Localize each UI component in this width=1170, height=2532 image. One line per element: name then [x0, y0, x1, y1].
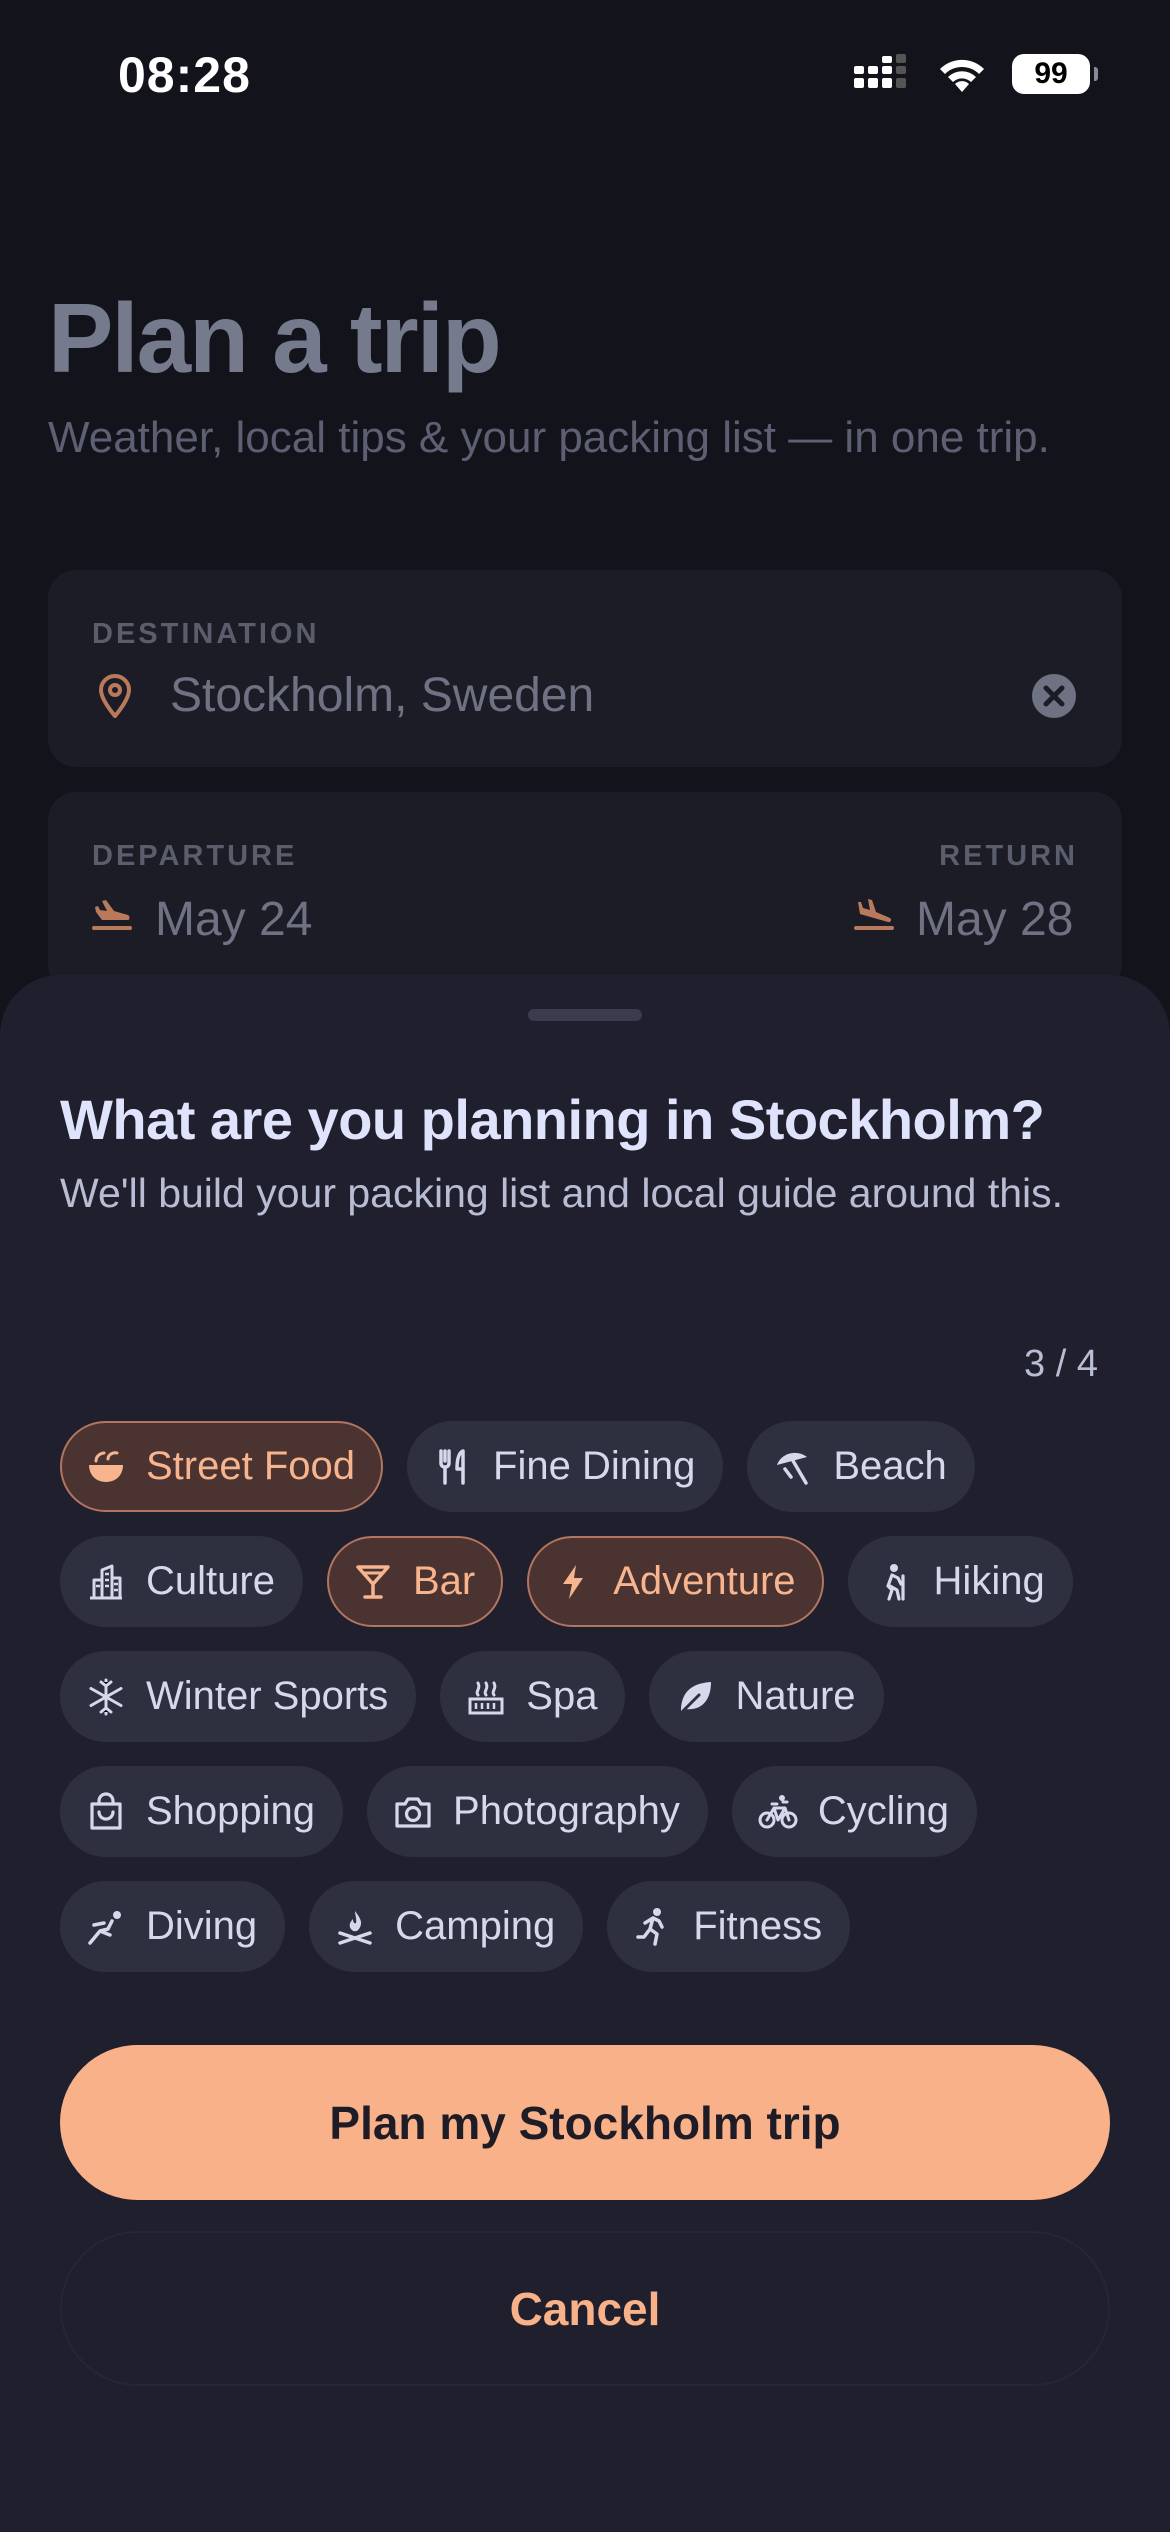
chip-label: Street Food [146, 1444, 356, 1488]
utensils-icon [433, 1447, 473, 1487]
destination-value: Stockholm, Sweden [170, 669, 595, 722]
chip-label: Fitness [693, 1904, 823, 1948]
shopping-bag-icon [86, 1791, 126, 1832]
plane-arrival-icon [854, 899, 894, 930]
chip-nature[interactable]: Nature [649, 1651, 884, 1742]
chip-label: Shopping [146, 1789, 316, 1833]
chip-label: Hiking [933, 1559, 1045, 1603]
chip-fitness[interactable]: Fitness [607, 1881, 851, 1972]
location-pin-icon [98, 674, 132, 718]
departure-date[interactable]: May 24 [155, 892, 312, 947]
campfire-icon [335, 1907, 375, 1947]
chip-street-food[interactable]: Street Food [60, 1421, 384, 1512]
plan-trip-button[interactable]: Plan my Stockholm trip [60, 2045, 1110, 2200]
chip-diving[interactable]: Diving [60, 1881, 286, 1972]
selection-counter: 3 / 4 [1024, 1343, 1098, 1385]
page-title: Plan a trip [48, 283, 502, 393]
chip-photography[interactable]: Photography [367, 1766, 708, 1857]
snowflake-icon [86, 1677, 126, 1717]
camera-icon [393, 1792, 433, 1832]
chip-label: Nature [735, 1674, 856, 1718]
building-icon [86, 1562, 126, 1602]
chip-hiking[interactable]: Hiking [847, 1536, 1073, 1627]
chip-label: Cycling [817, 1789, 950, 1833]
page-subtitle: Weather, local tips & your packing list … [48, 413, 1050, 462]
chip-label: Photography [453, 1789, 680, 1833]
destination-label: DESTINATION [92, 618, 320, 650]
return-date[interactable]: May 28 [916, 892, 1073, 947]
chip-winter-sports[interactable]: Winter Sports [60, 1651, 417, 1742]
destination-field[interactable]: DESTINATION Stockholm, Sweden [48, 570, 1122, 767]
dates-field[interactable]: DEPARTURE RETURN May 24 May 28 [48, 792, 1122, 992]
chip-bar[interactable]: Bar [326, 1536, 504, 1627]
chip-label: Winter Sports [146, 1674, 389, 1718]
chip-beach[interactable]: Beach [747, 1421, 975, 1512]
bowl-icon [86, 1447, 126, 1487]
sheet-title: What are you planning in Stockholm? [60, 1088, 1045, 1151]
runner-icon [633, 1907, 673, 1947]
chip-camping[interactable]: Camping [309, 1881, 584, 1972]
chip-label: Fine Dining [493, 1444, 696, 1488]
cocktail-icon [353, 1562, 393, 1602]
chip-fine-dining[interactable]: Fine Dining [407, 1421, 724, 1512]
bicycle-icon [758, 1792, 798, 1832]
activities-bottom-sheet: What are you planning in Stockholm? We'l… [0, 975, 1170, 2532]
umbrella-icon [773, 1447, 813, 1487]
swimmer-icon [86, 1907, 126, 1947]
chip-shopping[interactable]: Shopping [60, 1766, 344, 1857]
chip-spa[interactable]: Spa [440, 1651, 626, 1742]
chip-label: Beach [833, 1444, 947, 1488]
plane-departure-icon [92, 900, 132, 930]
leaf-icon [675, 1677, 715, 1717]
clear-icon[interactable] [1032, 674, 1076, 718]
chip-label: Culture [146, 1559, 275, 1603]
activity-chips: Street Food Fine Dining Beach Culture Ba… [60, 1421, 1120, 1972]
chip-label: Camping [395, 1904, 556, 1948]
chip-adventure[interactable]: Adventure [527, 1536, 824, 1627]
sheet-subtitle: We'll build your packing list and local … [60, 1170, 1064, 1216]
chip-label: Bar [412, 1559, 476, 1603]
chip-label: Diving [146, 1904, 258, 1948]
chip-culture[interactable]: Culture [60, 1536, 303, 1627]
hiker-icon [874, 1562, 914, 1602]
chip-label: Spa [526, 1674, 598, 1718]
chip-cycling[interactable]: Cycling [731, 1766, 978, 1857]
chip-label: Adventure [613, 1559, 796, 1603]
cancel-button[interactable]: Cancel [60, 2231, 1110, 2386]
return-label: RETURN [939, 840, 1078, 872]
trip-planner-page: Plan a trip Weather, local tips & your p… [0, 0, 1170, 1000]
departure-label: DEPARTURE [92, 840, 298, 872]
hot-spring-icon [466, 1677, 506, 1717]
sheet-grabber[interactable] [528, 1009, 642, 1021]
bolt-icon [553, 1562, 593, 1602]
